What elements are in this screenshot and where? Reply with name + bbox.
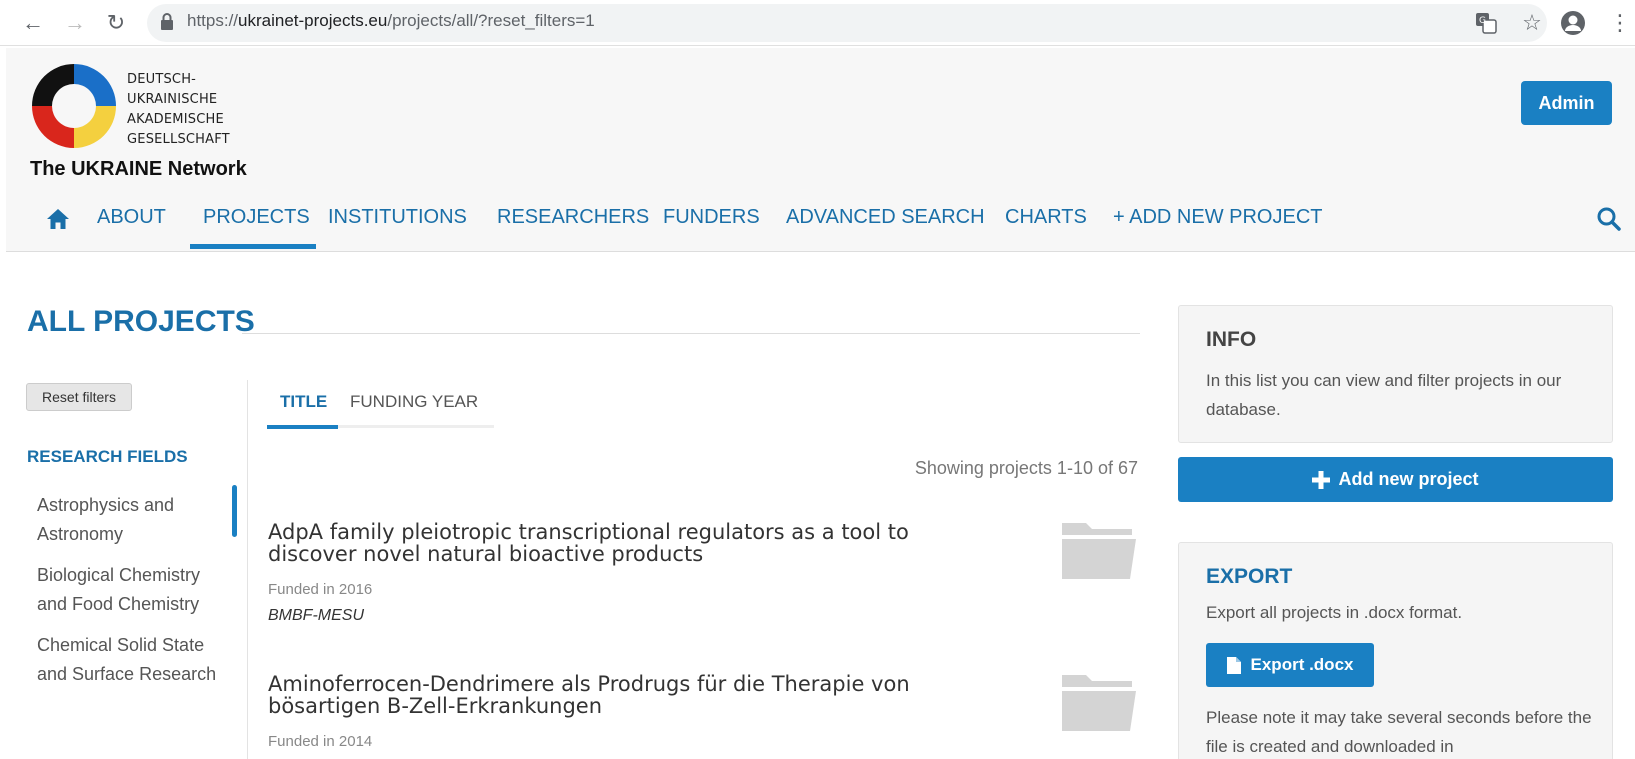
nav-about[interactable]: ABOUT [97,206,166,229]
project-item: AdpA family pleiotropic transcriptional … [268,521,1148,625]
address-bar-url[interactable]: https://ukrainet-projects.eu/projects/al… [187,11,595,31]
back-arrow-icon[interactable]: ← [18,8,48,38]
svg-text:G: G [1479,16,1486,26]
nav-charts[interactable]: CHARTS [1005,206,1087,229]
home-icon[interactable] [46,208,70,230]
search-icon[interactable] [1596,206,1622,232]
research-field-item[interactable]: Chemical Solid State and Surface Researc… [37,631,227,689]
nav-funders[interactable]: FUNDERS [663,206,760,229]
main-nav: ABOUT PROJECTS INSTITUTIONS RESEARCHERS … [6,188,1635,250]
admin-button[interactable]: Admin [1521,81,1612,125]
page-title: ALL PROJECTS [27,305,255,338]
translate-icon[interactable]: G [1475,12,1497,34]
research-field-item[interactable]: Biological Chemistry and Food Chemistry [37,561,227,619]
results-count: Showing projects 1-10 of 67 [914,458,1138,478]
nav-add-new-project[interactable]: + ADD NEW PROJECT [1113,206,1322,229]
browser-toolbar: ← → ↻ https://ukrainet-projects.eu/proje… [0,0,1635,46]
nav-researchers[interactable]: RESEARCHERS [497,206,649,229]
forward-arrow-icon[interactable]: → [60,8,90,38]
export-docx-label: Export .docx [1250,655,1354,674]
export-description: Export all projects in .docx format. [1206,603,1463,622]
sort-tabs: TITLE FUNDING YEAR [267,380,494,429]
export-panel: EXPORT Export all projects in .docx form… [1178,542,1613,759]
research-fields-list: Astrophysics and Astronomy Biological Ch… [37,491,227,701]
project-funded-year: Funded in 2014 [268,733,373,750]
bookmark-star-icon[interactable]: ☆ [1517,8,1547,38]
info-title: INFO [1206,328,1257,351]
title-divider [242,333,1140,334]
export-docx-button[interactable]: Export .docx [1206,643,1374,687]
nav-active-indicator [190,244,316,249]
info-panel: INFO In this list you can view and filte… [1178,305,1613,443]
project-item: Aminoferrocen-Dendrimere als Prodrugs fü… [268,673,1148,750]
logo-line: GESELLSCHAFT [127,132,230,147]
nav-advanced-search[interactable]: ADVANCED SEARCH [786,206,985,229]
menu-dots-icon[interactable]: ⋮ [1609,8,1631,38]
sidebar-divider [247,380,248,759]
plus-icon [1312,470,1331,489]
logo-text: DEUTSCH- UKRAINISCHE AKADEMISCHE GESELLS… [127,70,230,150]
folder-icon [1062,675,1136,731]
lock-icon [161,13,173,30]
research-fields-heading: RESEARCH FIELDS [27,447,188,466]
sidebar-scrollbar[interactable] [232,485,237,537]
info-text: In this list you can view and filter pro… [1206,371,1562,419]
project-title[interactable]: AdpA family pleiotropic transcriptional … [268,521,988,565]
folder-icon [1062,523,1136,579]
tab-funding-year[interactable]: FUNDING YEAR [350,392,478,412]
reload-icon[interactable]: ↻ [101,8,131,38]
nav-projects[interactable]: PROJECTS [203,206,310,229]
profile-icon[interactable] [1560,10,1586,36]
tab-title[interactable]: TITLE [280,392,327,412]
logo-line: AKADEMISCHE [127,112,224,127]
logo-line: DEUTSCH- [127,72,197,87]
project-funded-year: Funded in 2016 [268,581,373,598]
logo-line: UKRAINISCHE [127,92,218,107]
project-funder: BMBF-MESU [268,607,364,624]
document-icon [1226,656,1241,674]
add-new-project-label: Add new project [1338,469,1479,489]
export-title: EXPORT [1206,565,1293,588]
sort-active-indicator [267,425,338,429]
export-note: Please note it may take several seconds … [1206,708,1592,756]
add-new-project-button[interactable]: Add new project [1178,457,1613,502]
research-field-item[interactable]: Astrophysics and Astronomy [37,491,227,549]
project-title[interactable]: Aminoferrocen-Dendrimere als Prodrugs fü… [268,673,988,717]
dug-logo-icon[interactable] [26,58,122,154]
reset-filters-button[interactable]: Reset filters [26,383,132,411]
nav-institutions[interactable]: INSTITUTIONS [328,206,467,229]
network-name[interactable]: The UKRAINE Network [30,158,247,181]
